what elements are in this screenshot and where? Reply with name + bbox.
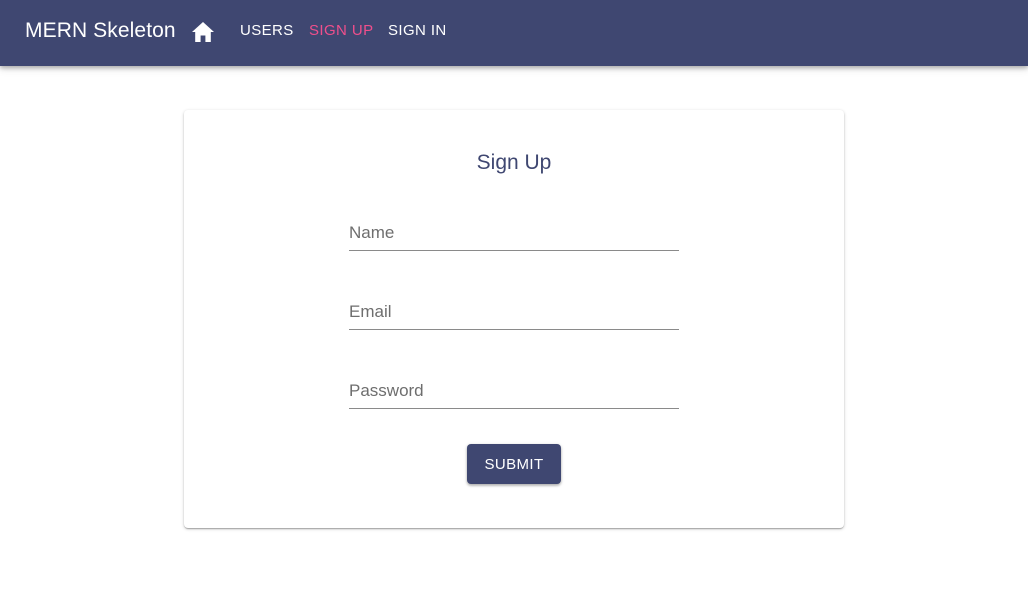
email-field-wrapper [349,295,679,330]
name-field[interactable] [349,216,679,250]
submit-button[interactable]: SUBMIT [467,444,561,484]
home-icon [192,22,214,42]
home-button[interactable] [190,19,216,45]
email-field[interactable] [349,295,679,329]
password-field[interactable] [349,374,679,408]
password-field-wrapper [349,374,679,409]
nav-signin-link[interactable]: SIGN IN [388,22,447,40]
name-field-wrapper [349,216,679,251]
nav-signup-link[interactable]: SIGN UP [309,22,373,40]
signup-title: Sign Up [476,151,552,174]
app-bar: MERN Skeleton USERS SIGN UP SIGN IN [0,0,1028,66]
signup-card: Sign Up SUBMIT [184,110,844,528]
nav-users-link[interactable]: USERS [240,22,294,40]
app-title: MERN Skeleton [25,19,176,42]
